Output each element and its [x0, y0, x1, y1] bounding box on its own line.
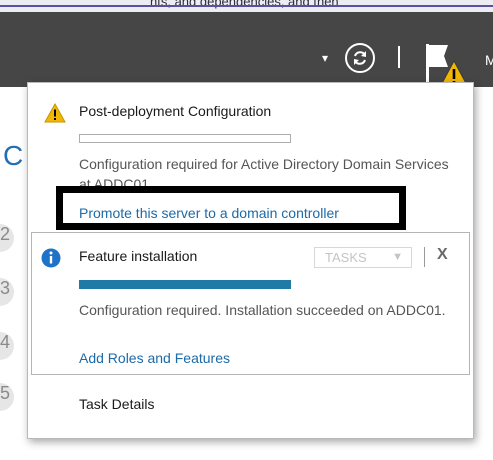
highlight-annotation-box [56, 186, 406, 230]
refresh-button[interactable] [345, 43, 375, 73]
navigation-dropdown-button[interactable]: ▾ [322, 51, 328, 65]
notification-feature-installation: Feature installation TASKS ▼ X Configura… [31, 232, 470, 375]
tasks-dropdown-button[interactable]: TASKS ▼ [314, 247, 412, 268]
toolbar-separator [398, 46, 400, 68]
progress-bar [79, 134, 291, 143]
task-details-link[interactable]: Task Details [79, 396, 154, 412]
user-menu[interactable]: M [485, 52, 493, 68]
server-manager-toolbar: ▾ M [0, 12, 493, 88]
warning-icon [44, 103, 66, 123]
step-number: 3 [0, 278, 18, 306]
refresh-icon [354, 51, 366, 65]
notification-title: Feature installation [79, 248, 198, 264]
step-number: 2 [0, 224, 18, 252]
info-icon [41, 248, 61, 268]
accent-line [0, 5, 493, 7]
notification-title: Post-deployment Configuration [79, 103, 272, 119]
tasks-label: TASKS [325, 250, 367, 265]
close-notification-button[interactable]: X [437, 246, 448, 264]
progress-bar-complete [79, 280, 291, 289]
notification-description: Configuration required for Active Direct… [79, 156, 449, 188]
step-number: 4 [0, 332, 18, 360]
add-roles-features-link[interactable]: Add Roles and Features [79, 350, 230, 366]
header-separator [424, 247, 425, 267]
notification-description: Configuration required. Installation suc… [79, 302, 446, 318]
notifications-flyout: Post-deployment Configuration Configurat… [27, 82, 474, 439]
chevron-down-icon: ▼ [392, 251, 403, 263]
step-number: 5 [0, 383, 18, 411]
partial-heading: C [3, 140, 24, 171]
